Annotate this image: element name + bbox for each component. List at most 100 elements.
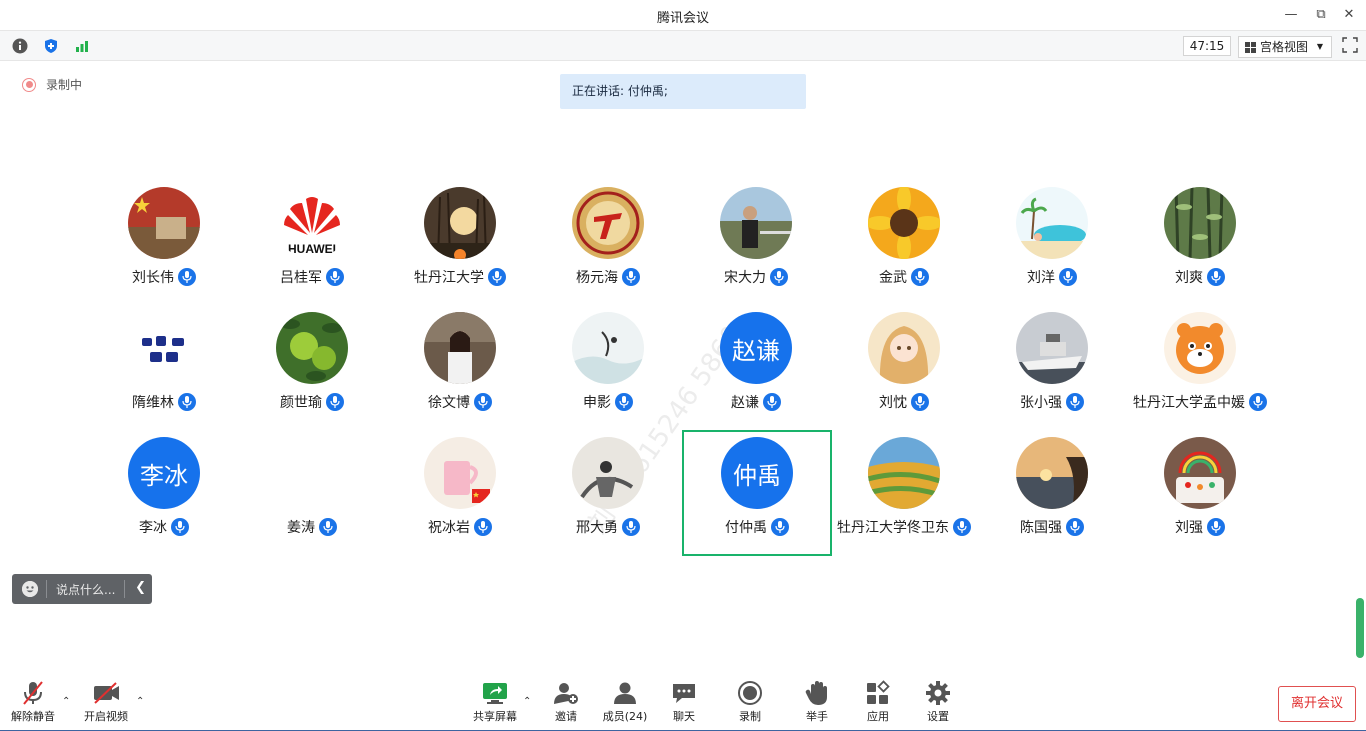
meeting-timer: 47:15 [1183,36,1231,56]
top-toolbar: 47:15 宫格视图 ▼ [0,30,1366,61]
chat-button[interactable]: 聊天 [668,680,700,724]
participant-tile[interactable]: 牡丹江大学孟中媛 [1126,312,1274,436]
participant-tile[interactable]: 陈国强 [978,437,1126,561]
participant-tile[interactable]: 赵谦 赵谦 [682,312,830,436]
participant-name: 刘洋 [1027,270,1055,286]
mic-speaking-icon [771,518,789,536]
security-shield-icon[interactable] [42,37,60,55]
participant-tile[interactable]: 刘长伟 [90,187,238,311]
participant-tile[interactable]: 李冰 李冰 [90,437,238,561]
view-mode-dropdown[interactable]: 宫格视图 ▼ [1238,36,1332,58]
network-signal-icon[interactable] [73,37,91,55]
girl-photo-icon [424,312,496,384]
yacht-icon [1016,312,1088,384]
close-icon[interactable]: ✕ [1340,6,1358,24]
settings-button[interactable]: 设置 [922,680,954,724]
participant-tile[interactable]: 牡丹江大学佟卫东 [830,437,978,561]
recording-indicator: 录制中 [22,76,82,93]
participant-name: 陈国强 [1020,520,1062,536]
participant-name: 牡丹江大学佟卫东 [837,520,949,536]
restore-icon[interactable]: ⧉ [1312,6,1330,24]
minimize-icon[interactable]: — [1282,6,1300,24]
add-user-icon [552,680,580,706]
mic-icon [326,393,344,411]
chevron-up-icon[interactable]: ⌃ [62,696,70,707]
university-badge-icon [572,187,644,259]
participant-tile[interactable]: 申影 [534,312,682,436]
participant-tile[interactable]: 姜涛 [238,437,386,561]
empty-avatar [276,437,348,509]
participant-tile[interactable]: 刘忱 [830,312,978,436]
participant-tile[interactable]: HUAWEI 吕桂军 [238,187,386,311]
scrollbar-thumb[interactable] [1356,598,1364,658]
anime-girl-icon [868,312,940,384]
grid-view-icon [1245,42,1256,53]
video-off-icon [92,680,120,706]
invite-button[interactable]: 邀请 [549,680,583,724]
active-speaker-banner: 正在讲话: 付仲禹; [560,74,806,109]
mic-icon [1066,393,1084,411]
members-button[interactable]: 成员(24) [602,680,648,724]
apps-button[interactable]: 应用 [862,680,894,724]
chat-placeholder[interactable]: 说点什么... [56,581,115,598]
members-label: 成员(24) [602,710,648,723]
man-photo-icon [720,187,792,259]
chevron-up-icon[interactable]: ⌃ [523,696,531,707]
participant-grid: 刘长伟 HUAWEI 吕桂军 牡丹江大学 杨元海 宋大力 金武 刘洋 刘爽 隋维… [0,0,1366,730]
tiger-cartoon-icon [1164,312,1236,384]
participant-name: 刘长伟 [132,270,174,286]
participant-tile-active[interactable]: 仲禹 付仲禹 [682,430,832,556]
fullscreen-icon[interactable] [1342,37,1358,53]
unmute-button[interactable]: 解除静音 [10,680,56,724]
participant-tile[interactable]: 杨元海 [534,187,682,311]
chevron-up-icon[interactable]: ⌃ [136,696,144,707]
record-button[interactable]: 录制 [734,680,766,724]
rainbow-cake-icon [1164,437,1236,509]
participant-tile[interactable]: 刘洋 [978,187,1126,311]
participant-tile[interactable]: 刘强 [1126,437,1274,561]
participant-tile[interactable]: 宋大力 [682,187,830,311]
avatar-initials: 赵谦 [732,336,780,365]
participant-tile[interactable]: 张小强 [978,312,1126,436]
share-screen-button[interactable]: 共享屏幕 [472,680,518,724]
divider [124,580,125,598]
avatar-initials: 李冰 [140,461,188,490]
participant-name: 申影 [583,395,611,411]
participant-name: 颜世瑜 [280,395,322,411]
terraced-fields-icon [868,437,940,509]
mic-icon [326,268,344,286]
mic-icon [178,268,196,286]
participant-tile[interactable]: 牡丹江大学 [386,187,534,311]
info-icon[interactable] [11,37,29,55]
text-avatar: 李冰 [128,437,200,509]
mic-icon [1066,518,1084,536]
chat-bubble-icon [670,680,698,706]
mic-icon [911,393,929,411]
participant-tile[interactable]: 隋维林 [90,312,238,436]
mic-icon [953,518,971,536]
gear-icon [924,680,952,706]
participant-tile[interactable]: 邢大勇 [534,437,682,561]
participant-tile[interactable]: 祝冰岩 [386,437,534,561]
ink-painting-icon [572,312,644,384]
participant-tile[interactable]: 颜世瑜 [238,312,386,436]
participant-name: 姜涛 [287,520,315,536]
china-flag-building-icon [128,187,200,259]
emoji-icon[interactable] [22,581,38,597]
leave-meeting-button[interactable]: 离开会议 [1278,686,1356,722]
participant-name: 杨元海 [576,270,618,286]
participant-tile[interactable]: 刘爽 [1126,187,1274,311]
start-video-button[interactable]: 开启视频 [82,680,130,724]
participant-name: 徐文博 [428,395,470,411]
participant-tile[interactable]: 金武 [830,187,978,311]
mic-icon [911,268,929,286]
chat-quick-input[interactable]: 说点什么... ❮ [12,574,152,604]
collapse-chevron-icon[interactable]: ❮ [135,580,146,595]
mic-icon [1207,268,1225,286]
raise-hand-button[interactable]: 举手 [801,680,833,724]
participant-tile[interactable]: 徐文博 [386,312,534,436]
apps-label: 应用 [867,710,889,723]
record-icon [736,680,764,706]
share-screen-label: 共享屏幕 [473,710,517,723]
ink-figure-icon [572,437,644,509]
